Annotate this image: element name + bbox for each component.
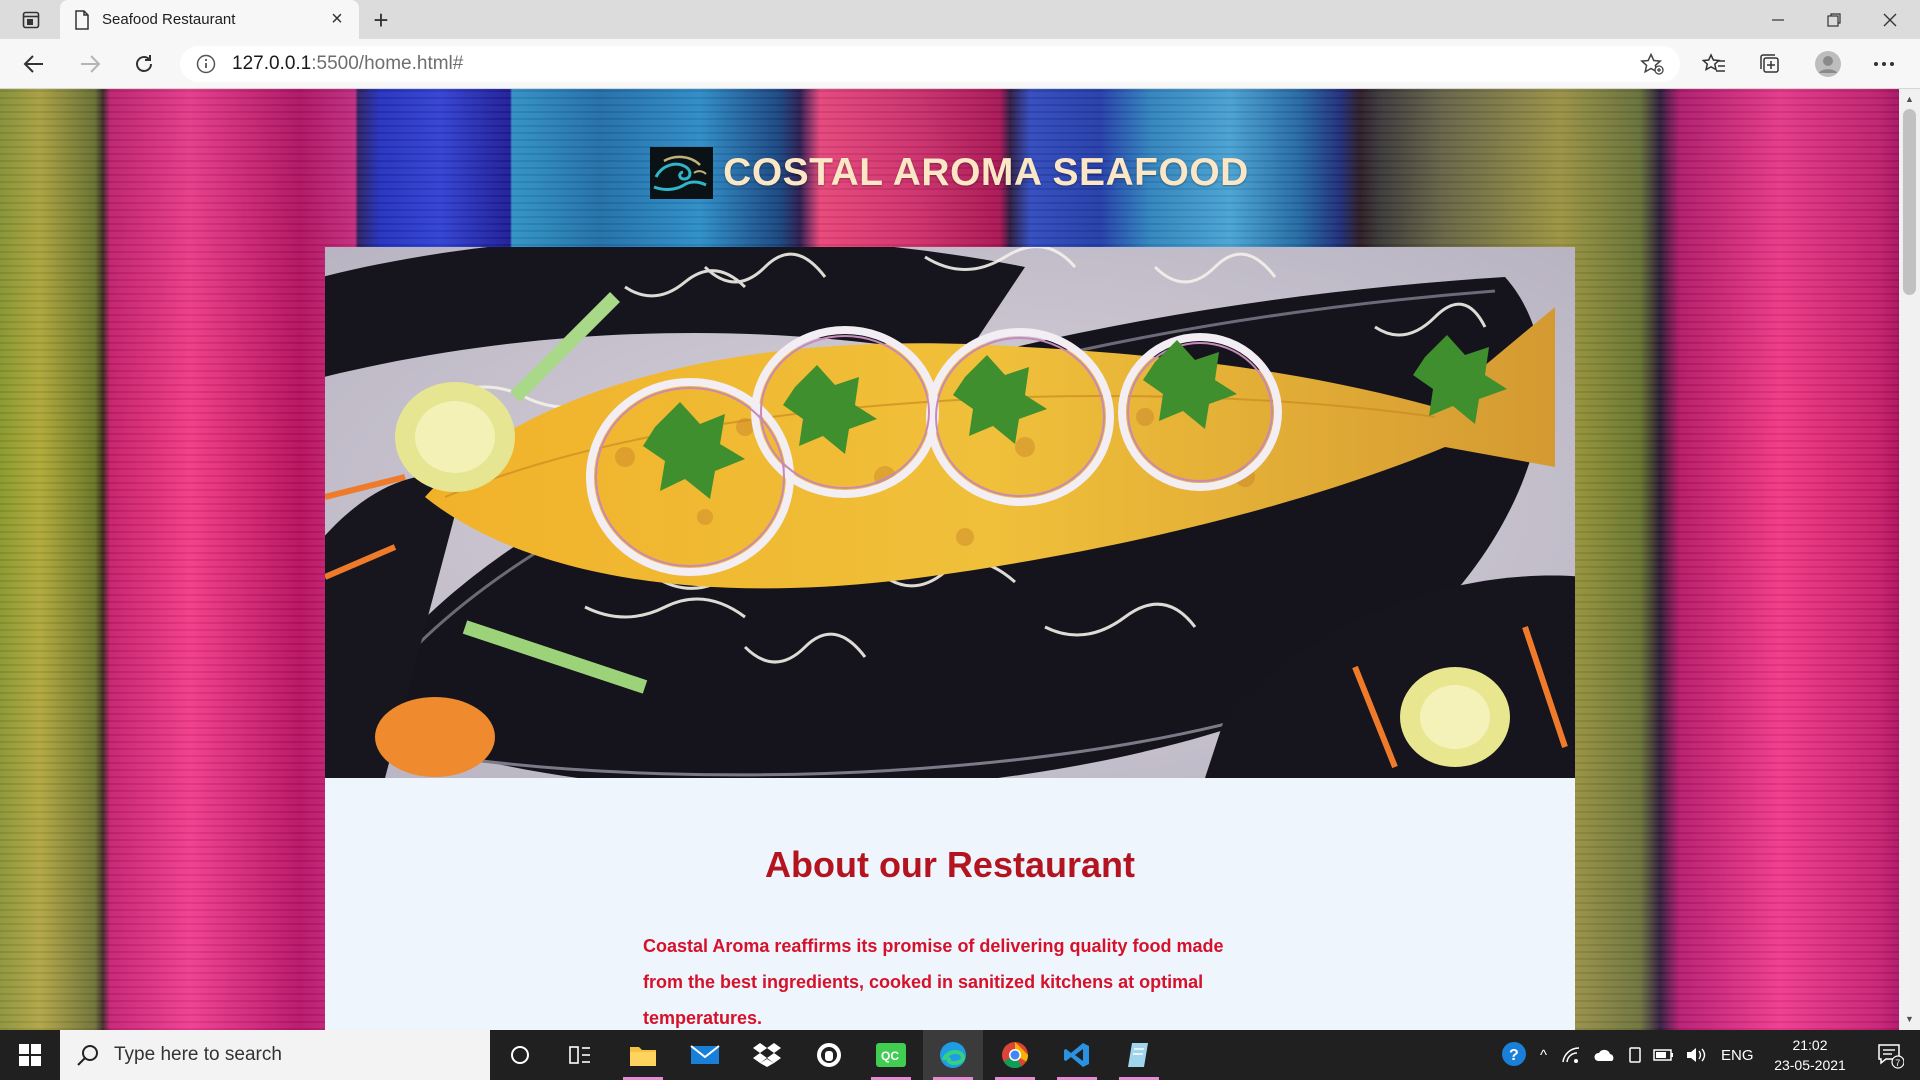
tab-actions-icon[interactable] bbox=[14, 8, 48, 32]
back-button[interactable] bbox=[16, 46, 52, 82]
close-window-button[interactable] bbox=[1862, 0, 1918, 39]
show-hidden-icons-icon[interactable]: ^ bbox=[1540, 1047, 1547, 1064]
site-info-icon[interactable] bbox=[196, 54, 216, 74]
notification-center-icon[interactable]: 7 bbox=[1860, 1030, 1920, 1080]
restore-button[interactable] bbox=[1806, 0, 1862, 39]
address-bar[interactable]: 127.0.0.1:5500/home.html# bbox=[180, 46, 1680, 82]
scroll-down-arrow-icon[interactable]: ▼ bbox=[1899, 1011, 1920, 1027]
edge-browser-icon[interactable] bbox=[923, 1030, 983, 1080]
about-heading: About our Restaurant bbox=[764, 844, 1135, 885]
site-title: COSTAL AROMA SEAFOOD bbox=[723, 151, 1249, 194]
volume-icon[interactable] bbox=[1685, 1046, 1707, 1064]
scrollbar-thumb[interactable] bbox=[1903, 109, 1916, 295]
system-tray: ? ^ ENG bbox=[1500, 1030, 1754, 1080]
github-desktop-icon[interactable] bbox=[799, 1030, 859, 1080]
clock-time: 21:02 bbox=[1792, 1037, 1828, 1053]
about-paragraph: Coastal Aroma reaffirms its promise of d… bbox=[643, 936, 1224, 1028]
network-icon[interactable] bbox=[1561, 1046, 1581, 1064]
device-icon[interactable] bbox=[1627, 1046, 1643, 1064]
start-button[interactable] bbox=[0, 1030, 60, 1080]
qt-creator-icon[interactable]: QC bbox=[861, 1030, 921, 1080]
dropbox-icon[interactable] bbox=[737, 1030, 797, 1080]
grilled-fish-photo bbox=[325, 247, 1575, 778]
notification-count: 7 bbox=[1895, 1058, 1900, 1068]
forward-button[interactable] bbox=[72, 46, 108, 82]
battery-icon[interactable] bbox=[1653, 1048, 1675, 1062]
site-header: COSTAL AROMA SEAFOOD bbox=[0, 141, 1899, 205]
help-icon[interactable]: ? bbox=[1500, 1040, 1530, 1070]
input-language[interactable]: ENG bbox=[1721, 1047, 1754, 1064]
svg-text:QC: QC bbox=[881, 1049, 899, 1063]
taskbar-clock[interactable]: 21:02 23-05-2021 bbox=[1762, 1035, 1858, 1075]
task-view-icon[interactable] bbox=[550, 1030, 610, 1080]
cortana-icon[interactable] bbox=[490, 1030, 550, 1080]
new-tab-button[interactable]: + bbox=[366, 5, 396, 35]
browser-tab[interactable]: Seafood Restaurant × bbox=[60, 0, 359, 39]
about-section: About our Restaurant Coastal Aroma reaff… bbox=[325, 778, 1575, 1030]
vscode-icon[interactable] bbox=[1047, 1030, 1107, 1080]
settings-more-icon[interactable] bbox=[1866, 46, 1902, 82]
chrome-icon[interactable] bbox=[985, 1030, 1045, 1080]
close-tab-icon[interactable]: × bbox=[325, 8, 349, 32]
url-text: 127.0.0.1:5500/home.html# bbox=[232, 53, 464, 74]
minimize-button[interactable] bbox=[1750, 0, 1806, 39]
browser-tab-bar: Seafood Restaurant × + bbox=[0, 0, 1920, 39]
document-icon bbox=[75, 9, 89, 30]
onedrive-icon[interactable] bbox=[1593, 1047, 1617, 1063]
refresh-button[interactable] bbox=[126, 46, 162, 82]
page-scrollbar[interactable]: ▲ ▼ bbox=[1899, 89, 1920, 1030]
page-viewport: COSTAL AROMA SEAFOOD About our Restauran… bbox=[0, 89, 1899, 1030]
windows-taskbar: Type here to search QC ? ^ ENG 21:02 23-… bbox=[0, 1030, 1920, 1080]
profile-avatar[interactable] bbox=[1810, 46, 1846, 82]
browser-toolbar: 127.0.0.1:5500/home.html# bbox=[0, 39, 1920, 89]
wave-logo-icon bbox=[650, 147, 714, 199]
clock-date: 23-05-2021 bbox=[1774, 1057, 1846, 1073]
svg-text:?: ? bbox=[1509, 1047, 1519, 1064]
taskbar-search-box[interactable]: Type here to search bbox=[60, 1030, 490, 1080]
file-explorer-icon[interactable] bbox=[613, 1030, 673, 1080]
notepad-icon[interactable] bbox=[1109, 1030, 1169, 1080]
hero-fish-image bbox=[325, 247, 1575, 778]
search-placeholder: Type here to search bbox=[114, 1044, 282, 1065]
favorites-icon[interactable] bbox=[1696, 46, 1732, 82]
add-favorite-icon[interactable] bbox=[1640, 53, 1664, 75]
mail-icon[interactable] bbox=[675, 1030, 735, 1080]
scroll-up-arrow-icon[interactable]: ▲ bbox=[1899, 91, 1920, 107]
tab-title: Seafood Restaurant bbox=[102, 11, 236, 28]
collections-icon[interactable] bbox=[1752, 46, 1788, 82]
search-icon bbox=[77, 1045, 98, 1066]
